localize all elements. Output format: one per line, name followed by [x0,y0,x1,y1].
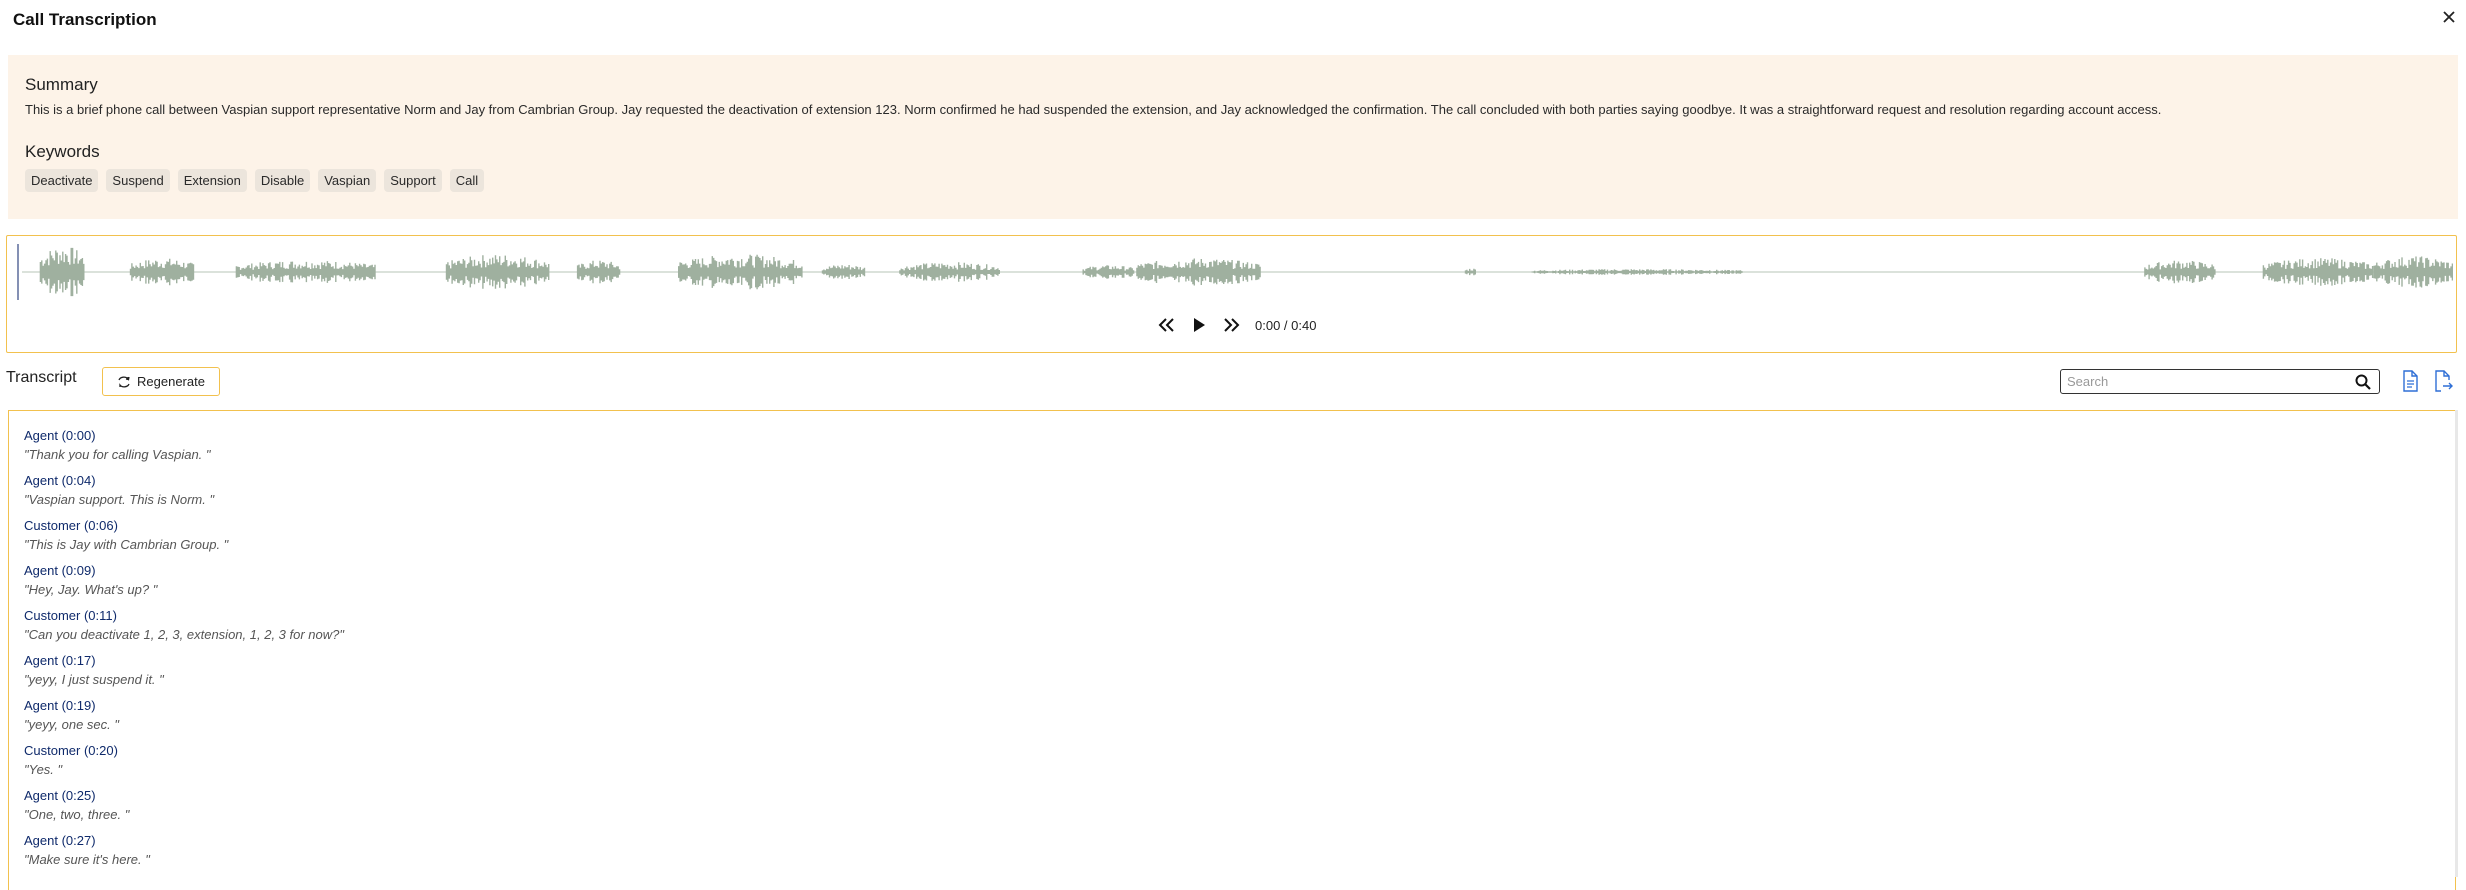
keyword-chip: Disable [254,169,311,192]
transcript-entry: Agent (0:09) "Hey, Jay. What's up? " [24,563,157,598]
waveform-segment [1464,268,1476,276]
transcript-entry: Agent (0:04) "Vaspian support. This is N… [24,473,214,508]
waveform[interactable] [12,241,2453,303]
regenerate-button[interactable]: Regenerate [102,367,220,396]
dialog-header: Call Transcription [0,0,2466,40]
close-icon [2443,11,2455,23]
waveform-segment [1136,258,1261,286]
playback-time: 0:00 / 0:40 [1255,317,1317,333]
speaker-label: Customer (0:20) [24,743,118,758]
keyword-list: Deactivate Suspend Extension Disable Vas… [25,169,485,192]
speaker-label: Agent (0:04) [24,473,96,488]
transcript-entry: Agent (0:25) "One, two, three. " [24,788,129,823]
utterance-text: "yeyy, I just suspend it. " [24,672,164,687]
waveform-segment [39,247,85,297]
speaker-label: Agent (0:19) [24,698,96,713]
keyword-chip: Suspend [106,169,170,192]
utterance-text: "Vaspian support. This is Norm. " [24,492,215,507]
speaker-label: Agent (0:09) [24,563,96,578]
playback-controls: 0:00 / 0:40 [1155,312,1316,338]
fast-forward-button[interactable] [1219,313,1243,337]
speaker-label: Agent (0:00) [24,428,96,443]
transcript-entry: Customer (0:11) "Can you deactivate 1, 2… [24,608,344,643]
waveform-segment [2373,256,2453,288]
utterance-text: "Make sure it's here. " [24,852,150,867]
search-box [2060,369,2380,394]
dialog-title: Call Transcription [13,10,157,29]
speaker-label: Customer (0:11) [24,608,117,623]
document-icon[interactable] [2399,369,2421,393]
transcript-entry: Agent (0:19) "yeyy, one sec. " [24,698,119,733]
speaker-label: Agent (0:17) [24,653,96,668]
waveform-segment [576,260,621,284]
speaker-label: Agent (0:25) [24,788,96,803]
utterance-text: "This is Jay with Cambrian Group. " [24,537,229,552]
keyword-chip: Vaspian [318,169,377,192]
summary-panel: Summary This is a brief phone call betwe… [8,55,2458,219]
transcript-entry: Customer (0:06) "This is Jay with Cambri… [24,518,228,553]
utterance-text: "yeyy, one sec. " [24,717,119,732]
transcript-entry: Customer (0:20) "Yes. " [24,743,118,778]
utterance-text: "Thank you for calling Vaspian. " [24,447,211,462]
rewind-button[interactable] [1155,313,1179,337]
transcript-entry: Agent (0:27) "Make sure it's here. " [24,833,150,868]
audio-player: 0:00 / 0:40 [6,235,2457,353]
keyword-chip: Extension [177,169,247,192]
speaker-label: Agent (0:27) [24,833,96,848]
export-icon[interactable] [2432,369,2454,393]
refresh-icon [118,376,130,387]
rewind-icon [1158,318,1174,332]
transcript-entry: Agent (0:00) "Thank you for calling Vasp… [24,428,211,463]
fast-forward-icon [1224,318,1240,332]
waveform-segment [821,265,866,279]
summary-heading: Summary [25,75,98,94]
search-icon[interactable] [2354,373,2372,391]
transcript-panel: Agent (0:00) "Thank you for calling Vasp… [8,410,2456,890]
search-input[interactable] [2067,372,2347,391]
waveform-segment [445,255,550,289]
transcript-title: Transcript [6,369,77,386]
waveform-segment [2262,258,2374,286]
utterance-text: "One, two, three. " [24,807,130,822]
waveform-segment [1082,265,1135,279]
waveform-segment [1531,269,1743,275]
summary-text: This is a brief phone call between Vaspi… [25,102,2162,117]
play-button[interactable] [1187,313,1211,337]
waveform-segment [678,254,803,290]
keyword-chip: Call [449,169,485,192]
waveform-segment [129,258,195,286]
waveform-segment [2144,260,2216,284]
utterance-text: "Hey, Jay. What's up? " [24,582,158,597]
utterance-text: "Yes. " [24,762,63,777]
utterance-text: "Can you deactivate 1, 2, 3, extension, … [24,627,344,642]
transcript-scrollbar[interactable] [2455,410,2458,877]
waveform-segment [235,261,376,283]
speaker-label: Customer (0:06) [24,518,118,533]
close-button[interactable] [2438,6,2460,28]
keyword-chip: Deactivate [25,169,99,192]
keywords-heading: Keywords [25,142,100,161]
keyword-chip: Support [384,169,442,192]
regenerate-label: Regenerate [137,374,205,389]
waveform-segment [899,262,1000,282]
transcript-entry: Agent (0:17) "yeyy, I just suspend it. " [24,653,164,688]
play-icon [1194,318,1205,332]
